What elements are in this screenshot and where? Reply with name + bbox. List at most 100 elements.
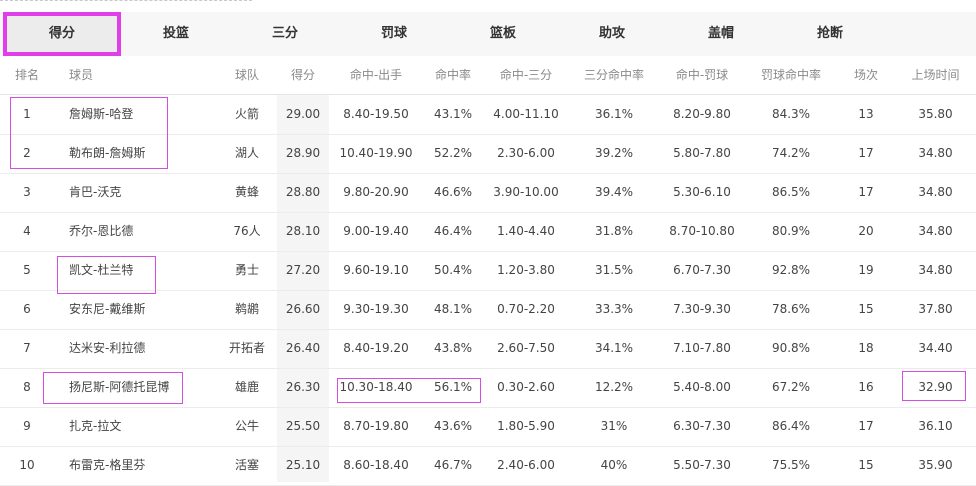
header-points: 得分 xyxy=(290,68,315,82)
cell-player[interactable]: 扬尼斯-阿德托昆博 xyxy=(69,368,219,406)
tab-points[interactable]: 得分 xyxy=(3,12,121,56)
cell-rank: 3 xyxy=(23,185,31,199)
cell-points: 28.10 xyxy=(285,224,321,238)
cell-ft-pct: 84.3% xyxy=(771,107,811,121)
cell-team: 公牛 xyxy=(234,419,259,433)
cell-minutes: 34.80 xyxy=(918,146,953,160)
cell-minutes: 35.90 xyxy=(918,458,953,472)
cell-player[interactable]: 布雷克-格里芬 xyxy=(69,446,219,484)
cell-ft-made-att: 6.70-7.30 xyxy=(673,263,731,277)
table-row[interactable]: 9 扎克-拉文 公牛 25.50 8.70-19.80 43.6% 1.80-5.90 31%… xyxy=(0,407,976,447)
cell-fg-made-att: 10.30-18.40 xyxy=(339,380,413,394)
cell-team: 76人 xyxy=(233,224,261,238)
cell-rank: 5 xyxy=(23,263,31,277)
cell-minutes: 32.90 xyxy=(918,380,953,394)
cell-ft-made-att: 7.10-7.80 xyxy=(673,341,731,355)
tab-free-throws[interactable]: 罚球 xyxy=(353,12,435,56)
cell-player[interactable]: 勒布朗-詹姆斯 xyxy=(69,134,219,172)
tab-rebounds[interactable]: 篮板 xyxy=(462,12,544,56)
cell-player[interactable]: 安东尼-戴维斯 xyxy=(69,290,219,328)
cell-minutes: 34.80 xyxy=(918,263,953,277)
cell-points: 28.80 xyxy=(285,185,321,199)
header-3p-pct: 三分命中率 xyxy=(583,68,644,82)
cell-rank: 4 xyxy=(23,224,31,238)
cell-rank: 1 xyxy=(23,107,31,121)
cell-ft-pct: 80.9% xyxy=(771,224,811,238)
cell-3p-pct: 39.4% xyxy=(594,185,634,199)
cell-player[interactable]: 乔尔-恩比德 xyxy=(69,212,219,250)
table-row[interactable]: 4 乔尔-恩比德 76人 28.10 9.00-19.40 46.4% 1.40-4.40 3… xyxy=(0,212,976,252)
cell-minutes: 34.80 xyxy=(918,224,953,238)
header-fg-pct: 命中率 xyxy=(434,68,471,82)
cell-player[interactable]: 凯文-杜兰特 xyxy=(69,251,219,289)
cell-games: 17 xyxy=(858,146,874,160)
cell-3p-made-att: 1.40-4.40 xyxy=(497,224,555,238)
cell-3p-made-att: 4.00-11.10 xyxy=(493,107,559,121)
top-dashed-divider xyxy=(0,0,252,1)
cell-player[interactable]: 扎克-拉文 xyxy=(69,407,219,445)
cell-3p-pct: 39.2% xyxy=(594,146,634,160)
table-row[interactable]: 2 勒布朗-詹姆斯 湖人 28.90 10.40-19.90 52.2% 2.30-6.00… xyxy=(0,134,976,174)
cell-points: 29.00 xyxy=(285,107,321,121)
cell-3p-made-att: 2.40-6.00 xyxy=(497,458,555,472)
cell-fg-made-att: 8.70-19.80 xyxy=(343,419,409,433)
cell-3p-made-att: 1.80-5.90 xyxy=(497,419,555,433)
table-row[interactable]: 8 扬尼斯-阿德托昆博 雄鹿 26.30 10.30-18.40 56.1% 0.30-2.… xyxy=(0,368,976,408)
cell-player[interactable]: 达米安-利拉德 xyxy=(69,329,219,367)
cell-fg-pct: 50.4% xyxy=(433,263,473,277)
cell-rank: 8 xyxy=(23,380,31,394)
cell-fg-pct: 43.6% xyxy=(433,419,473,433)
cell-fg-pct: 43.1% xyxy=(433,107,473,121)
cell-3p-pct: 31.8% xyxy=(594,224,634,238)
cell-ft-made-att: 5.40-8.00 xyxy=(673,380,731,394)
cell-fg-pct: 52.2% xyxy=(433,146,473,160)
cell-points: 26.30 xyxy=(285,380,321,394)
cell-points: 25.50 xyxy=(285,419,321,433)
header-3p-made-att: 命中-三分 xyxy=(499,68,553,82)
header-minutes: 上场时间 xyxy=(911,68,960,82)
cell-player[interactable]: 肯巴-沃克 xyxy=(69,173,219,211)
table-row[interactable]: 10 布雷克-格里芬 活塞 25.10 8.60-18.40 46.7% 2.40-6.00… xyxy=(0,446,976,486)
tab-three-pointers[interactable]: 三分 xyxy=(244,12,326,56)
cell-minutes: 36.10 xyxy=(918,419,953,433)
cell-ft-made-att: 5.80-7.80 xyxy=(673,146,731,160)
cell-points: 25.10 xyxy=(285,458,321,472)
cell-ft-pct: 67.2% xyxy=(771,380,811,394)
cell-points: 26.40 xyxy=(285,341,321,355)
cell-ft-pct: 90.8% xyxy=(771,341,811,355)
cell-3p-pct: 36.1% xyxy=(594,107,634,121)
cell-3p-pct: 34.1% xyxy=(594,341,634,355)
header-team: 球队 xyxy=(234,68,259,82)
cell-games: 16 xyxy=(858,380,874,394)
cell-fg-pct: 46.6% xyxy=(433,185,473,199)
table-row[interactable]: 3 肯巴-沃克 黄蜂 28.80 9.80-20.90 46.6% 3.90-10.00 39… xyxy=(0,173,976,213)
cell-3p-made-att: 2.30-6.00 xyxy=(497,146,555,160)
tab-steals[interactable]: 抢断 xyxy=(789,12,871,56)
cell-ft-made-att: 8.70-10.80 xyxy=(669,224,735,238)
cell-player[interactable]: 詹姆斯-哈登 xyxy=(69,95,219,133)
table-row[interactable]: 5 凯文-杜兰特 勇士 27.20 9.60-19.10 50.4% 1.20-3.80 31… xyxy=(0,251,976,291)
table-row[interactable]: 7 达米安-利拉德 开拓者 26.40 8.40-19.20 43.8% 2.60-7.50… xyxy=(0,329,976,369)
cell-games: 15 xyxy=(858,302,874,316)
cell-team: 鹈鹕 xyxy=(234,302,259,316)
table-row[interactable]: 6 安东尼-戴维斯 鹈鹕 26.60 9.30-19.30 48.1% 0.70-2.20 3… xyxy=(0,290,976,330)
cell-fg-made-att: 9.80-20.90 xyxy=(343,185,409,199)
cell-team: 火箭 xyxy=(234,107,259,121)
table-row[interactable]: 1 詹姆斯-哈登 火箭 29.00 8.40-19.50 43.1% 4.00-11.10 3… xyxy=(0,95,976,135)
cell-fg-pct: 46.7% xyxy=(433,458,473,472)
cell-games: 17 xyxy=(858,419,874,433)
cell-games: 19 xyxy=(858,263,874,277)
header-games: 场次 xyxy=(853,68,878,82)
cell-games: 13 xyxy=(858,107,874,121)
cell-fg-made-att: 9.00-19.40 xyxy=(343,224,409,238)
cell-fg-pct: 46.4% xyxy=(433,224,473,238)
tab-field-goals[interactable]: 投篮 xyxy=(135,12,217,56)
cell-rank: 7 xyxy=(23,341,31,355)
cell-rank: 2 xyxy=(23,146,31,160)
cell-fg-made-att: 8.40-19.50 xyxy=(343,107,409,121)
tab-assists[interactable]: 助攻 xyxy=(571,12,653,56)
cell-fg-made-att: 8.40-19.20 xyxy=(343,341,409,355)
cell-games: 20 xyxy=(858,224,874,238)
cell-3p-pct: 12.2% xyxy=(594,380,634,394)
tab-blocks[interactable]: 盖帽 xyxy=(680,12,762,56)
